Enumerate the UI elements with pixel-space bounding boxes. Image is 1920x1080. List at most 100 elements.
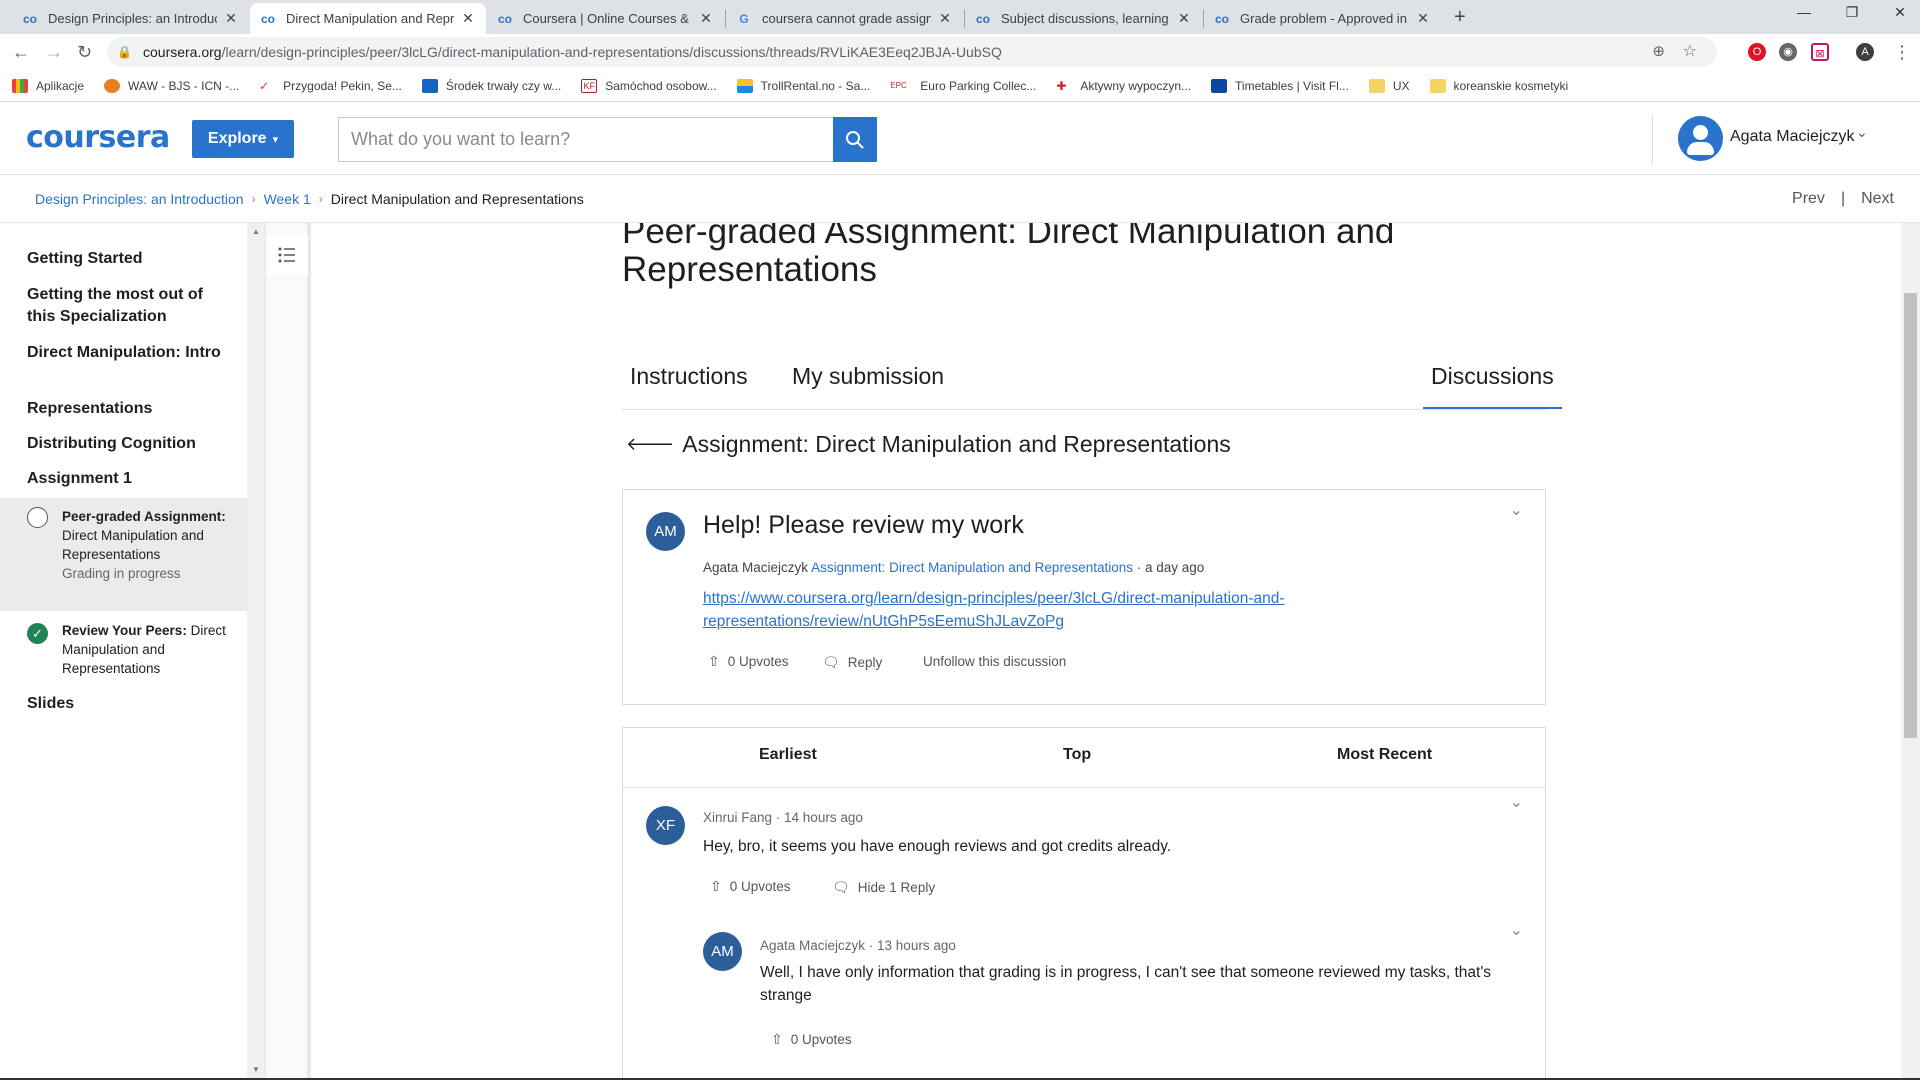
avatar: AM — [646, 512, 685, 551]
browser-tab-title: Grade problem - Approved in rev — [1240, 11, 1409, 26]
thread-author[interactable]: Agata Maciejczyk — [703, 560, 808, 575]
chevron-down-icon[interactable]: ⌄ — [1510, 920, 1523, 940]
bookmark-item[interactable]: EPC Euro Parking Collec... — [890, 79, 1036, 93]
explore-button[interactable]: Explore ▾ — [192, 120, 294, 158]
sidebar-subitem-review-peers[interactable]: ✓ Review Your Peers: Direct Manipulation… — [0, 613, 247, 683]
search-button[interactable] — [833, 117, 877, 162]
bookmark-label: Przygoda! Pekin, Se... — [283, 78, 402, 93]
back-icon[interactable]: ← — [12, 42, 30, 63]
close-tab-icon[interactable]: ✕ — [223, 10, 239, 27]
coursera-favicon-icon: co — [975, 11, 990, 26]
sort-most-recent[interactable]: Most Recent — [1337, 746, 1432, 764]
avatar: AM — [703, 932, 742, 971]
browser-tab[interactable]: co Subject discussions, learning tips ✕ — [965, 3, 1202, 34]
browser-tab-active[interactable]: co Direct Manipulation and Represe ✕ — [250, 3, 486, 34]
sidebar-subitem-peer-graded[interactable]: Peer-graded Assignment: Direct Manipulat… — [0, 498, 247, 611]
bookmark-star-icon[interactable]: ☆ — [1683, 41, 1697, 61]
tab-discussions[interactable]: Discussions — [1423, 363, 1562, 409]
breadcrumb-course[interactable]: Design Principles: an Introduction — [35, 191, 244, 207]
upvote-button[interactable]: ⇧ 0 Upvotes — [708, 653, 789, 670]
thread-forum-link[interactable]: Assignment: Direct Manipulation and Repr… — [811, 560, 1133, 575]
bookmark-item[interactable]: WAW - BJS - ICN -... — [104, 78, 239, 93]
close-tab-icon[interactable]: ✕ — [1415, 10, 1431, 27]
browser-tab[interactable]: G coursera cannot grade assignme ✕ — [726, 3, 963, 34]
profile-avatar[interactable]: A — [1856, 43, 1874, 61]
upvote-button[interactable]: ⇧ 0 Upvotes — [710, 878, 791, 895]
page-scrollbar[interactable] — [1901, 223, 1920, 1080]
close-tab-icon[interactable]: ✕ — [1176, 10, 1192, 27]
sidebar-item-slides[interactable]: Slides — [27, 693, 227, 715]
url-field[interactable]: 🔒 coursera.org/learn/design-principles/p… — [107, 37, 1717, 67]
forward-icon[interactable]: → — [45, 42, 63, 63]
reload-icon[interactable]: ↻ — [77, 42, 92, 63]
browser-tab[interactable]: co Design Principles: an Introductio ✕ — [12, 3, 249, 34]
bookmark-apps[interactable]: Aplikacje — [12, 78, 84, 93]
bookmark-label: UX — [1392, 78, 1410, 93]
reply-label: Reply — [847, 655, 883, 670]
browser-tab-title: coursera cannot grade assignme — [762, 11, 931, 26]
extension-icon[interactable]: ◉ — [1779, 43, 1797, 61]
arrow-up-icon: ⇧ — [771, 1031, 783, 1047]
arrow-left-icon: 🡐 — [626, 434, 675, 454]
opera-extension-icon[interactable]: O — [1748, 43, 1766, 61]
sidebar-item-representations[interactable]: Representations — [27, 398, 227, 420]
user-avatar-icon[interactable] — [1678, 116, 1723, 161]
sidebar-item-getting-most[interactable]: Getting the most out of this Specializat… — [27, 284, 227, 328]
coursera-logo[interactable]: coursera — [26, 120, 170, 155]
sidebar-item-direct-manipulation[interactable]: Direct Manipulation: Intro — [27, 342, 227, 364]
bookmark-item[interactable]: KF Samóchod osobow... — [581, 78, 717, 93]
tab-my-submission[interactable]: My submission — [784, 363, 952, 409]
window-close-icon[interactable]: ✕ — [1880, 4, 1920, 21]
prev-button[interactable]: Prev — [1792, 190, 1825, 208]
pocket-extension-icon[interactable]: ⊠ — [1811, 43, 1829, 61]
sidebar-scrollbar[interactable]: ▲ ▼ — [247, 223, 265, 1080]
scroll-down-icon[interactable]: ▼ — [252, 1065, 260, 1074]
bookmark-folder[interactable]: koreanskie kosmetyki — [1429, 78, 1568, 93]
upvote-button[interactable]: ⇧ 0 Upvotes — [771, 1031, 852, 1048]
bookmark-item[interactable]: ✚ Aktywny wypoczyn... — [1056, 79, 1191, 93]
bookmark-folder[interactable]: UX — [1368, 78, 1410, 93]
outline-toggle-button[interactable] — [266, 235, 308, 275]
scroll-up-icon[interactable]: ▲ — [252, 227, 260, 236]
sidebar-item-getting-started[interactable]: Getting Started — [27, 248, 227, 270]
zoom-icon[interactable]: ⊕ — [1652, 42, 1665, 60]
arrow-up-icon: ⇧ — [708, 653, 720, 669]
header-divider — [1652, 114, 1653, 164]
bookmark-item[interactable]: Środek trwały czy w... — [421, 78, 561, 93]
bookmark-item[interactable]: ✓ Przygoda! Pekin, Se... — [259, 79, 402, 93]
bookmark-item[interactable]: Timetables | Visit Fl... — [1211, 78, 1349, 93]
sidebar-item-assignment-1[interactable]: Assignment 1 — [27, 468, 227, 490]
close-tab-icon[interactable]: ✕ — [698, 10, 714, 27]
chevron-down-icon[interactable]: ⌄ — [1510, 500, 1523, 520]
back-to-forum-link[interactable]: 🡐 Assignment: Direct Manipulation and Re… — [626, 431, 1231, 458]
browser-menu-icon[interactable]: ⋮ — [1893, 42, 1911, 63]
next-button[interactable]: Next — [1861, 190, 1894, 208]
minimize-icon[interactable]: — — [1784, 4, 1824, 20]
reply-text: Hey, bro, it seems you have enough revie… — [703, 838, 1172, 855]
user-name[interactable]: Agata Maciejczyk — [1730, 128, 1855, 146]
search-input[interactable]: What do you want to learn? — [338, 117, 834, 162]
new-tab-icon[interactable]: + — [1454, 6, 1466, 29]
close-tab-icon[interactable]: ✕ — [937, 10, 953, 27]
main-content: Peer-graded Assignment: Direct Manipulat… — [311, 223, 1901, 1080]
submission-link[interactable]: https://www.coursera.org/learn/design-pr… — [703, 587, 1343, 633]
scrollbar-thumb[interactable] — [1904, 293, 1917, 738]
chevron-down-icon[interactable]: ⌄ — [1510, 792, 1523, 812]
browser-tab[interactable]: co Grade problem - Approved in rev ✕ — [1204, 3, 1441, 34]
bookmark-favicon-icon — [1211, 78, 1228, 93]
browser-tab-strip: co Design Principles: an Introductio ✕ c… — [0, 0, 1920, 34]
bookmark-label: Samóchod osobow... — [605, 78, 717, 93]
hide-replies-button[interactable]: 🗨 Hide 1 Reply — [832, 879, 935, 896]
sidebar-item-distributing-cognition[interactable]: Distributing Cognition — [27, 433, 227, 455]
reply-button[interactable]: 🗨 Reply — [822, 654, 882, 671]
sort-earliest[interactable]: Earliest — [759, 746, 817, 764]
browser-tab[interactable]: co Coursera | Online Courses & Cre ✕ — [487, 3, 724, 34]
restore-icon[interactable]: ❐ — [1832, 4, 1872, 21]
chevron-down-icon[interactable]: ⌄ — [1856, 124, 1868, 141]
bookmark-item[interactable]: TrollRental.no - Sa... — [736, 78, 870, 93]
sort-top[interactable]: Top — [1063, 746, 1091, 764]
tab-instructions[interactable]: Instructions — [622, 363, 756, 409]
close-tab-icon[interactable]: ✕ — [460, 10, 476, 27]
unfollow-button[interactable]: Unfollow this discussion — [923, 654, 1066, 669]
breadcrumb-week[interactable]: Week 1 — [264, 191, 311, 207]
